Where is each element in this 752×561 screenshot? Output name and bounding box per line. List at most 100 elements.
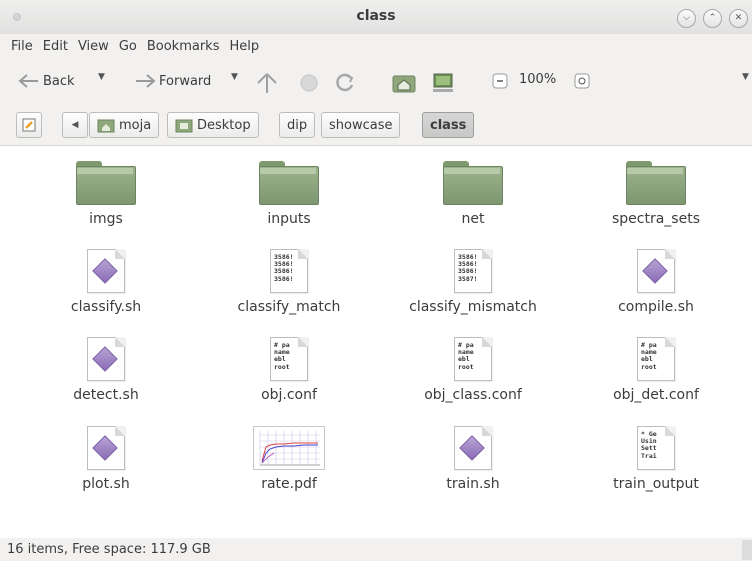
script-icon xyxy=(87,426,125,470)
zoom-in-icon xyxy=(574,73,590,89)
file-item-obj-det-conf[interactable]: # pa name ebl root obj_det.conf xyxy=(566,337,746,403)
path-crumb-class[interactable]: class xyxy=(422,112,475,138)
file-item-plot-sh[interactable]: plot.sh xyxy=(16,426,196,492)
file-preview: * Ge Usin Sett Trai xyxy=(641,430,657,460)
file-name: obj_det.conf xyxy=(613,387,699,403)
back-icon xyxy=(18,74,38,88)
file-name: inputs xyxy=(267,211,311,227)
stop-button[interactable] xyxy=(298,72,320,94)
pdf-thumbnail-icon xyxy=(253,426,325,470)
zoom-out-button[interactable] xyxy=(491,72,509,90)
crumb-label: showcase xyxy=(329,117,393,133)
text-file-icon: 3586! 3586! 3586! 3586! xyxy=(270,249,308,293)
menu-bookmarks[interactable]: Bookmarks xyxy=(142,36,225,58)
menu-file[interactable]: File xyxy=(6,36,38,58)
zoom-in-button[interactable] xyxy=(573,72,591,90)
title-bar[interactable]: class ⌵ ⌃ ✕ xyxy=(0,0,752,34)
text-file-icon: # pa name ebl root xyxy=(270,337,308,381)
forward-button[interactable]: Forward xyxy=(134,72,211,90)
text-file-icon: # pa name ebl root xyxy=(454,337,492,381)
path-crumb-dip[interactable]: dip xyxy=(279,112,316,138)
script-icon xyxy=(87,249,125,293)
folder-icon xyxy=(76,161,136,205)
file-item-net[interactable]: net xyxy=(383,161,563,227)
menu-edit[interactable]: Edit xyxy=(38,36,73,58)
file-name: net xyxy=(461,211,485,227)
minimize-button[interactable]: ⌵ xyxy=(677,9,696,28)
toolbar: Back ▼ Forward ▼ 100% ▼ xyxy=(0,68,752,98)
file-item-classify-mismatch[interactable]: 3586! 3586! 3586! 3587! classify_mismatc… xyxy=(383,249,563,315)
script-icon xyxy=(637,249,675,293)
file-name: rate.pdf xyxy=(261,476,317,492)
file-item-obj-class-conf[interactable]: # pa name ebl root obj_class.conf xyxy=(383,337,563,403)
path-scroll-left-button[interactable]: ◀ xyxy=(62,112,88,138)
file-item-spectra-sets[interactable]: spectra_sets xyxy=(566,161,746,227)
resize-grip[interactable] xyxy=(742,540,752,560)
file-name: detect.sh xyxy=(73,387,139,403)
script-icon xyxy=(454,426,492,470)
file-name: compile.sh xyxy=(618,299,694,315)
forward-icon xyxy=(136,74,156,88)
location-bar: ◀ moja Desktop dip showcase class xyxy=(0,109,752,143)
file-preview: # pa name ebl root xyxy=(274,341,290,371)
dropdown-arrow-icon: ▼ xyxy=(98,72,105,82)
status-text: 16 items, Free space: 117.9 GB xyxy=(7,542,211,557)
path-crumb-showcase[interactable]: showcase xyxy=(321,112,401,138)
arrow-left-icon: ◀ xyxy=(71,120,79,130)
close-button[interactable]: ✕ xyxy=(729,9,748,28)
text-file-icon: * Ge Usin Sett Trai xyxy=(637,426,675,470)
file-view[interactable]: imgs inputs net spectra_sets classify.sh… xyxy=(0,145,752,538)
file-preview: # pa name ebl root xyxy=(458,341,474,371)
crumb-label: Desktop xyxy=(197,117,251,133)
folder-icon xyxy=(259,161,319,205)
file-item-inputs[interactable]: inputs xyxy=(199,161,379,227)
maximize-button[interactable]: ⌃ xyxy=(703,9,722,28)
file-name: spectra_sets xyxy=(611,211,700,227)
script-icon xyxy=(87,337,125,381)
back-button[interactable]: Back xyxy=(18,72,75,90)
menu-help[interactable]: Help xyxy=(224,36,264,58)
up-button[interactable] xyxy=(255,72,279,94)
file-item-classify-sh[interactable]: classify.sh xyxy=(16,249,196,315)
toggle-location-entry-button[interactable] xyxy=(16,112,42,138)
file-item-classify-match[interactable]: 3586! 3586! 3586! 3586! classify_match xyxy=(199,249,379,315)
crumb-label: moja xyxy=(119,117,152,133)
home-button[interactable] xyxy=(392,72,416,94)
forward-history-dropdown[interactable]: ▼ xyxy=(231,72,238,82)
folder-icon xyxy=(626,161,686,205)
dropdown-arrow-icon: ▼ xyxy=(231,72,238,82)
file-item-rate-pdf[interactable]: rate.pdf xyxy=(199,426,379,492)
file-item-imgs[interactable]: imgs xyxy=(16,161,196,227)
reload-button[interactable] xyxy=(334,72,356,94)
text-file-icon: # pa name ebl root xyxy=(637,337,675,381)
computer-button[interactable] xyxy=(431,72,455,94)
menu-view[interactable]: View xyxy=(73,36,114,58)
plot-thumbnail-icon xyxy=(259,431,320,466)
file-item-obj-conf[interactable]: # pa name ebl root obj.conf xyxy=(199,337,379,403)
zoom-out-icon xyxy=(492,73,508,89)
computer-icon xyxy=(433,73,453,92)
desktop-folder-icon xyxy=(175,119,193,133)
back-history-dropdown[interactable]: ▼ xyxy=(98,72,105,82)
file-name: imgs xyxy=(89,211,123,227)
file-name: obj_class.conf xyxy=(424,387,522,403)
chevron-up-icon: ⌃ xyxy=(708,13,717,23)
file-preview: 3586! 3586! 3586! 3586! xyxy=(274,253,294,283)
zoom-level[interactable]: 100% xyxy=(519,72,556,87)
text-file-icon: 3586! 3586! 3586! 3587! xyxy=(454,249,492,293)
file-name: classify_mismatch xyxy=(409,299,537,315)
file-manager-window: class ⌵ ⌃ ✕ File Edit View Go Bookmarks … xyxy=(0,0,752,561)
file-item-train-output[interactable]: * Ge Usin Sett Trai train_output xyxy=(566,426,746,492)
file-item-compile-sh[interactable]: compile.sh xyxy=(566,249,746,315)
edit-icon xyxy=(22,118,36,132)
file-name: classify.sh xyxy=(70,299,142,315)
home-icon xyxy=(392,75,416,93)
menu-go[interactable]: Go xyxy=(114,36,142,58)
path-crumb-moja[interactable]: moja xyxy=(89,112,160,138)
back-label: Back xyxy=(43,73,75,89)
file-item-train-sh[interactable]: train.sh xyxy=(383,426,563,492)
path-crumb-desktop[interactable]: Desktop xyxy=(167,112,259,138)
file-item-detect-sh[interactable]: detect.sh xyxy=(16,337,196,403)
up-icon xyxy=(257,73,277,93)
toolbar-overflow-button[interactable]: ▼ xyxy=(742,72,749,82)
